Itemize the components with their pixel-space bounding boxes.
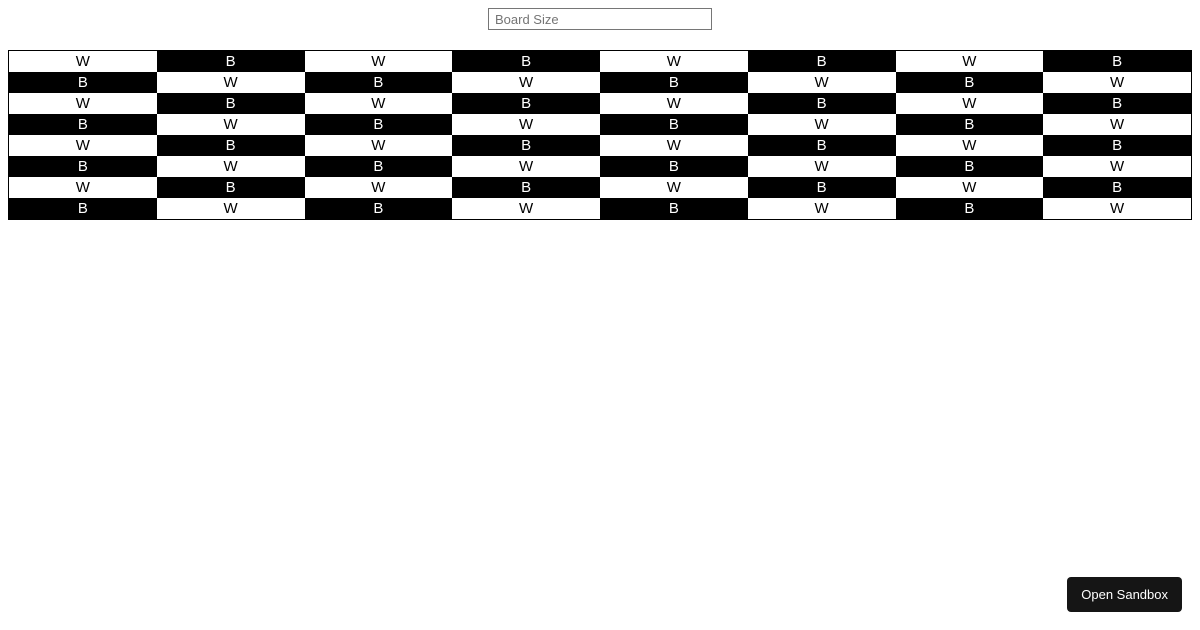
board-cell: B (600, 72, 748, 93)
board-cell: W (305, 51, 453, 72)
board-row: BWBWBWBW (9, 72, 1191, 93)
board-row: BWBWBWBW (9, 114, 1191, 135)
board-cell: W (452, 72, 600, 93)
board-cell: W (452, 198, 600, 219)
board-cell: W (600, 93, 748, 114)
board-cell: B (452, 51, 600, 72)
board-cell: B (305, 114, 453, 135)
board-cell: B (600, 114, 748, 135)
board-cell: B (9, 198, 157, 219)
board-cell: B (157, 51, 305, 72)
board-cell: B (1043, 177, 1191, 198)
board-cell: B (305, 198, 453, 219)
board-cell: W (896, 93, 1044, 114)
board-cell: W (1043, 114, 1191, 135)
board-cell: B (305, 156, 453, 177)
board-cell: B (9, 114, 157, 135)
board-cell: W (305, 93, 453, 114)
board-cell: W (896, 135, 1044, 156)
board-cell: W (748, 72, 896, 93)
board-cell: B (1043, 135, 1191, 156)
board-cell: W (600, 51, 748, 72)
board-cell: W (9, 51, 157, 72)
board-cell: B (748, 51, 896, 72)
board-cell: W (1043, 198, 1191, 219)
board-cell: B (896, 114, 1044, 135)
board-row: WBWBWBWB (9, 135, 1191, 156)
board-cell: B (1043, 93, 1191, 114)
board-cell: B (748, 177, 896, 198)
board-row: BWBWBWBW (9, 156, 1191, 177)
board-cell: W (157, 72, 305, 93)
input-container (0, 0, 1200, 38)
board-cell: W (157, 156, 305, 177)
board-cell: W (1043, 72, 1191, 93)
board-row: WBWBWBWB (9, 93, 1191, 114)
board-cell: B (9, 156, 157, 177)
board-cell: B (600, 198, 748, 219)
board-cell: B (157, 93, 305, 114)
board-row: WBWBWBWB (9, 177, 1191, 198)
board-cell: W (157, 114, 305, 135)
board-cell: W (9, 177, 157, 198)
board-cell: W (600, 177, 748, 198)
board-row: WBWBWBWB (9, 51, 1191, 72)
board-cell: B (896, 156, 1044, 177)
board-cell: W (9, 135, 157, 156)
board-cell: W (1043, 156, 1191, 177)
board-cell: W (305, 177, 453, 198)
board-cell: W (748, 198, 896, 219)
board-cell: B (157, 135, 305, 156)
board-cell: B (1043, 51, 1191, 72)
board-cell: W (305, 135, 453, 156)
board-cell: W (600, 135, 748, 156)
board-cell: B (896, 72, 1044, 93)
board-cell: B (452, 135, 600, 156)
board-cell: B (9, 72, 157, 93)
board-size-input[interactable] (488, 8, 712, 30)
board-cell: B (452, 93, 600, 114)
board-cell: B (452, 177, 600, 198)
board-cell: W (157, 198, 305, 219)
board-cell: B (600, 156, 748, 177)
board-cell: B (748, 93, 896, 114)
board-cell: W (452, 114, 600, 135)
board-cell: B (748, 135, 896, 156)
board-cell: B (157, 177, 305, 198)
board-cell: W (748, 156, 896, 177)
board-cell: W (748, 114, 896, 135)
board-cell: B (305, 72, 453, 93)
board-cell: W (452, 156, 600, 177)
board-row: BWBWBWBW (9, 198, 1191, 219)
board-cell: W (896, 177, 1044, 198)
open-sandbox-button[interactable]: Open Sandbox (1067, 577, 1182, 612)
board-cell: B (896, 198, 1044, 219)
board-cell: W (9, 93, 157, 114)
chess-board: WBWBWBWBBWBWBWBWWBWBWBWBBWBWBWBWWBWBWBWB… (8, 50, 1192, 220)
board-cell: W (896, 51, 1044, 72)
